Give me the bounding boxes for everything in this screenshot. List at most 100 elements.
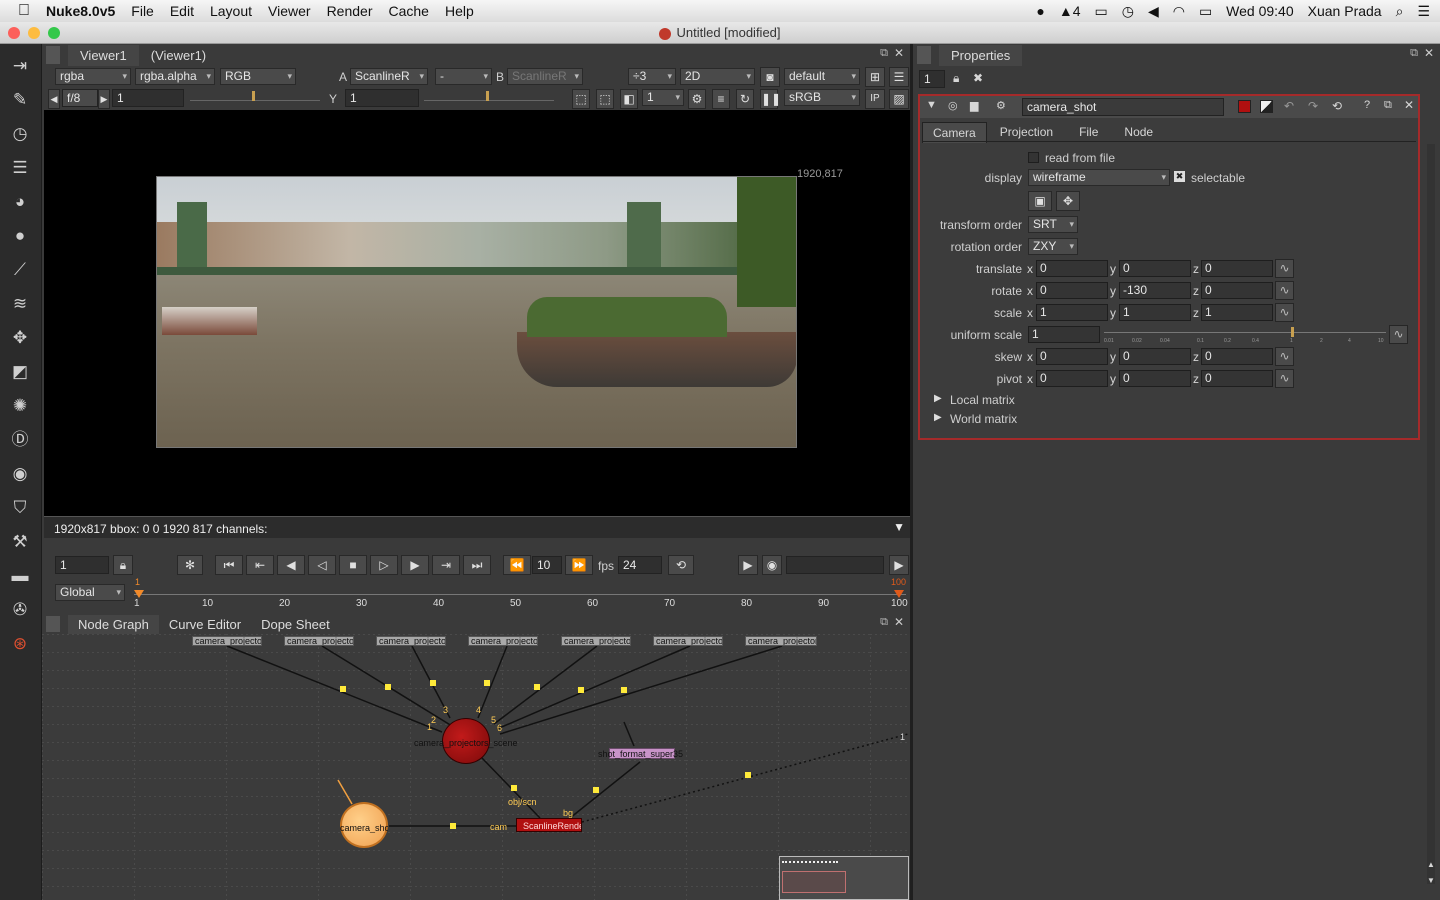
draw-nodes-icon[interactable]: ✎ bbox=[8, 88, 32, 112]
camera-projector-node[interactable]: camera_projector bbox=[561, 636, 631, 646]
display-dropdown[interactable]: wireframe bbox=[1028, 169, 1170, 186]
paint-icon[interactable]: ◧ bbox=[620, 89, 638, 109]
uniform-scale-animation-icon[interactable]: ∿ bbox=[1389, 325, 1408, 344]
tab-camera[interactable]: Camera bbox=[922, 122, 987, 143]
image-nodes-icon[interactable]: ⇥ bbox=[8, 54, 32, 78]
wipe-icon[interactable]: ▨ bbox=[889, 89, 909, 109]
proxy-dropdown[interactable]: ÷3 bbox=[628, 68, 676, 85]
filter-nodes-icon[interactable]: ● bbox=[8, 224, 32, 248]
stop-icon[interactable]: ■ bbox=[339, 555, 367, 575]
close-node-panel-icon[interactable]: ✕ bbox=[1404, 98, 1414, 112]
transform-nodes-icon[interactable]: ✥ bbox=[8, 326, 32, 350]
wire-dot[interactable] bbox=[340, 686, 346, 692]
node-graph-canvas[interactable]: camera_projector camera_projector camera… bbox=[42, 634, 910, 900]
tab-properties[interactable]: Properties bbox=[939, 45, 1023, 66]
translate-x-field[interactable]: 0 bbox=[1036, 260, 1108, 277]
camera-projector-node[interactable]: camera_projector bbox=[468, 636, 538, 646]
menu-file[interactable]: File bbox=[123, 3, 162, 19]
wire-dot[interactable] bbox=[578, 687, 584, 693]
color-nodes-icon[interactable]: ◕ bbox=[8, 190, 32, 214]
frame-increment-field[interactable]: 10 bbox=[532, 556, 562, 574]
wire-dot[interactable] bbox=[593, 787, 599, 793]
battery-icon[interactable]: ▭ bbox=[1199, 3, 1212, 20]
lock-viewer-icon[interactable]: ◙ bbox=[760, 67, 780, 87]
skew-animation-icon[interactable]: ∿ bbox=[1275, 347, 1294, 366]
node-color-swatch[interactable] bbox=[1238, 100, 1251, 113]
roi-icon[interactable]: ⊞ bbox=[865, 67, 885, 87]
scale-y-field[interactable]: 1 bbox=[1119, 304, 1191, 321]
node-name-icon[interactable]: ▆ bbox=[970, 99, 978, 112]
local-matrix-label[interactable]: Local matrix bbox=[950, 393, 1015, 407]
adobe-icon[interactable]: ▲4 bbox=[1059, 3, 1081, 19]
fstop-field[interactable]: f/8 bbox=[62, 89, 98, 107]
wrench-icon[interactable]: ⚙ bbox=[996, 99, 1006, 112]
next-frame-icon[interactable]: ▶ bbox=[401, 555, 429, 575]
pivot-animation-icon[interactable]: ∿ bbox=[1275, 369, 1294, 388]
camera-projector-node[interactable]: camera_projector bbox=[376, 636, 446, 646]
wire-dot[interactable] bbox=[385, 684, 391, 690]
clipping-warning-icon[interactable]: ⬚ bbox=[572, 89, 590, 109]
merge-nodes-icon[interactable]: ≋ bbox=[8, 292, 32, 316]
wire-dot[interactable] bbox=[430, 680, 436, 686]
navigator-minimap[interactable] bbox=[779, 856, 909, 900]
skip-back-icon[interactable]: ⏪ bbox=[503, 555, 531, 575]
alpha-channel-dropdown[interactable]: rgba.alpha bbox=[135, 68, 215, 85]
transform-order-dropdown[interactable]: SRT bbox=[1028, 216, 1078, 233]
particles-nodes-icon[interactable]: ✺ bbox=[8, 394, 32, 418]
translate-z-field[interactable]: 0 bbox=[1201, 260, 1273, 277]
translate-animation-icon[interactable]: ∿ bbox=[1275, 259, 1294, 278]
pivot-z-field[interactable]: 0 bbox=[1201, 370, 1273, 387]
uniform-scale-slider[interactable]: 0.01 0.02 0.04 0.1 0.2 0.4 1 2 4 10 bbox=[1104, 326, 1386, 344]
view-mode-dropdown[interactable]: 2D bbox=[680, 68, 755, 85]
3d-nodes-icon[interactable]: ◩ bbox=[8, 360, 32, 384]
tab-viewer1-alt[interactable]: (Viewer1) bbox=[139, 45, 218, 66]
close-panel-icon[interactable]: ✕ bbox=[894, 46, 904, 60]
lut-dropdown[interactable]: default bbox=[784, 68, 860, 85]
skew-y-field[interactable]: 0 bbox=[1119, 348, 1191, 365]
tab-curve-editor[interactable]: Curve Editor bbox=[159, 615, 251, 634]
wipe-operation-dropdown[interactable]: - bbox=[435, 68, 492, 85]
wire-dot[interactable] bbox=[484, 680, 490, 686]
gain-field[interactable]: 1 bbox=[112, 89, 184, 107]
expand-local-matrix-icon[interactable]: ▶ bbox=[934, 393, 942, 404]
loop-mode-icon[interactable]: ⟲ bbox=[668, 555, 694, 575]
float-panel-icon[interactable]: ⧉ bbox=[880, 47, 888, 60]
wifi-icon[interactable]: ◠ bbox=[1173, 3, 1185, 20]
scroll-down-icon[interactable]: ▼ bbox=[1427, 876, 1435, 885]
tab-viewer1[interactable]: Viewer1 bbox=[68, 45, 139, 66]
nuke-icon[interactable]: ⊛ bbox=[8, 632, 32, 656]
gain-slider[interactable] bbox=[190, 91, 320, 101]
viewer-canvas[interactable]: 1920,817 bbox=[44, 110, 910, 516]
in-point-marker-icon[interactable] bbox=[134, 590, 144, 598]
viewer-menu-icon[interactable]: ☰ bbox=[889, 67, 909, 87]
tab-projection[interactable]: Projection bbox=[987, 122, 1066, 143]
max-panels-field[interactable]: 1 bbox=[919, 70, 945, 88]
panel-menu-handle[interactable] bbox=[46, 616, 60, 632]
out-point-marker-icon[interactable] bbox=[894, 590, 904, 598]
input-a-dropdown[interactable]: ScanlineR bbox=[350, 68, 428, 85]
rotation-order-dropdown[interactable]: ZXY bbox=[1028, 238, 1078, 255]
refresh-icon[interactable]: ↻ bbox=[736, 89, 754, 109]
current-frame-field[interactable]: 1 bbox=[55, 556, 109, 574]
menu-render[interactable]: Render bbox=[319, 3, 381, 19]
settings-icon[interactable]: ⚙ bbox=[688, 89, 706, 109]
collapse-icon[interactable]: ▼ bbox=[926, 99, 937, 111]
views-nodes-icon[interactable]: ◉ bbox=[8, 462, 32, 486]
pause-icon[interactable]: ❚❚ bbox=[760, 89, 781, 109]
scroll-up-icon[interactable]: ▲ bbox=[1427, 860, 1435, 869]
rotate-x-field[interactable]: 0 bbox=[1036, 282, 1108, 299]
channel-nodes-icon[interactable]: ☰ bbox=[8, 156, 32, 180]
skew-z-field[interactable]: 0 bbox=[1201, 348, 1273, 365]
skew-x-field[interactable]: 0 bbox=[1036, 348, 1108, 365]
playback-range-field[interactable] bbox=[786, 556, 884, 574]
next-keyframe-icon[interactable]: ⇥ bbox=[432, 555, 460, 575]
keyer-nodes-icon[interactable]: ⟋ bbox=[8, 258, 32, 282]
copy-icon[interactable]: ▣ bbox=[1028, 191, 1052, 211]
minimap-viewport[interactable] bbox=[782, 871, 846, 893]
wire-dot[interactable] bbox=[621, 687, 627, 693]
gain-slider-handle[interactable] bbox=[252, 91, 255, 101]
wire-dot[interactable] bbox=[511, 785, 517, 791]
panel-menu-handle[interactable] bbox=[46, 46, 60, 64]
undo-icon[interactable]: ↶ bbox=[1284, 99, 1294, 113]
skip-forward-icon[interactable]: ⏩ bbox=[565, 555, 593, 575]
